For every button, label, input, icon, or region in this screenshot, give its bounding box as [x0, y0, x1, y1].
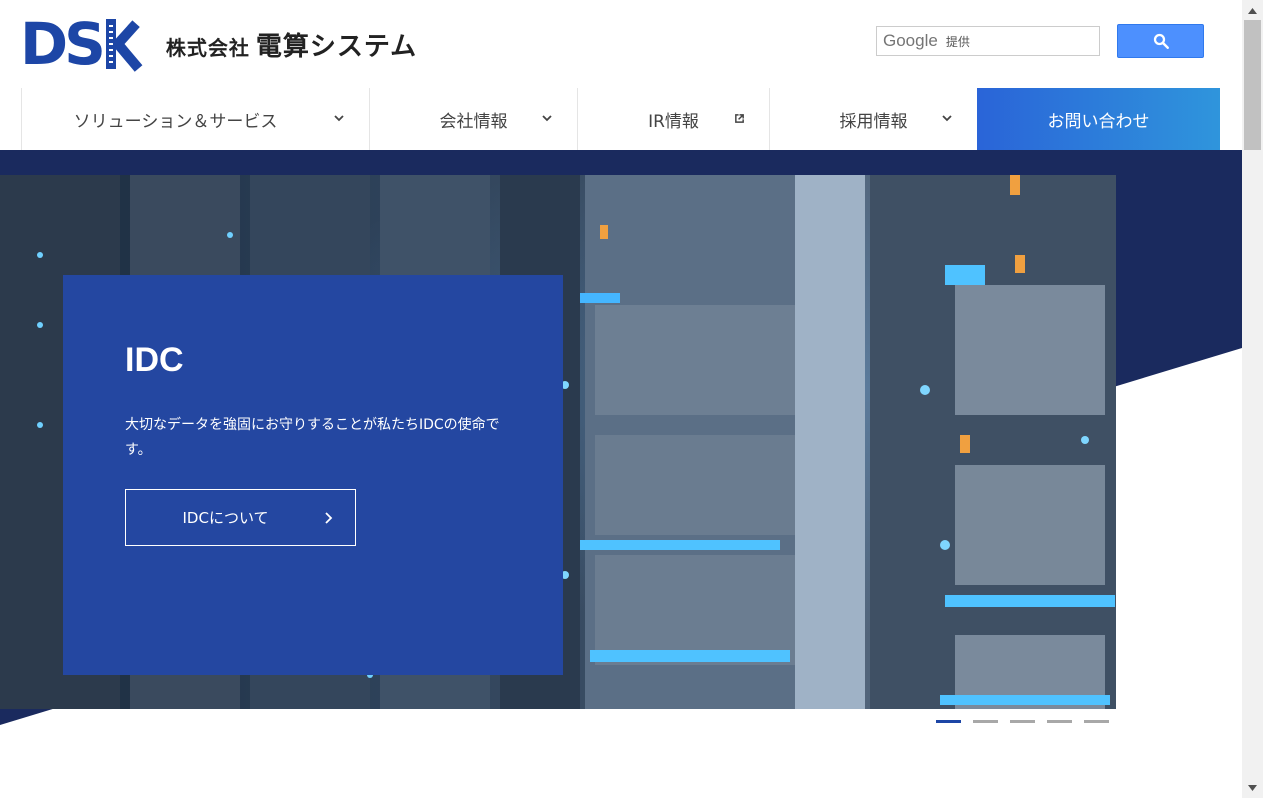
company-title: 電算システム — [255, 31, 418, 62]
idc-about-button[interactable]: IDCについて — [125, 489, 356, 546]
nav-label-company: 会社情報 — [439, 111, 508, 132]
vertical-scrollbar[interactable] — [1242, 0, 1263, 798]
search-icon — [1153, 33, 1169, 49]
hero-description: 大切なデータを強固にお守りすることが私たちIDCの使命です。 — [125, 417, 500, 458]
chevron-down-icon — [942, 115, 952, 122]
google-brand-text: Google — [883, 31, 938, 50]
dsk-logo-mark: DS — [20, 10, 150, 78]
nav-label-recruit: 採用情報 — [839, 111, 908, 132]
scrollbar-thumb[interactable] — [1244, 20, 1261, 150]
slide-indicator-2[interactable] — [973, 720, 998, 723]
nav-item-contact[interactable]: お問い合わせ — [977, 88, 1220, 150]
chevron-down-icon — [542, 115, 552, 122]
slide-indicator-3[interactable] — [1010, 720, 1035, 723]
logo-mark-text: DS — [20, 10, 106, 78]
hero-content-panel: IDC 大切なデータを強固にお守りすることが私たちIDCの使命です。 IDCにつ… — [63, 275, 563, 675]
external-link-icon — [735, 114, 744, 123]
company-prefix: 株式会社 — [165, 35, 250, 60]
search-provided-text: 提供 — [945, 34, 970, 49]
nav-item-recruit[interactable]: 採用情報 — [769, 88, 977, 150]
slide-indicator-1[interactable] — [936, 720, 961, 723]
company-logo[interactable]: DS 株式会社 電算システム — [20, 10, 417, 78]
nav-item-solutions[interactable]: ソリューション＆サービス — [21, 88, 369, 150]
nav-item-company[interactable]: 会社情報 — [369, 88, 577, 150]
nav-item-ir[interactable]: IR情報 — [577, 88, 769, 150]
main-navigation: ソリューション＆サービス 会社情報 IR情報 採用情報 お問い合わせ — [21, 88, 1220, 150]
search-button[interactable] — [1117, 24, 1204, 58]
slide-indicator-4[interactable] — [1047, 720, 1072, 723]
search-input[interactable]: Google 提供 — [876, 26, 1100, 56]
nav-label-solutions: ソリューション＆サービス — [73, 111, 278, 132]
chevron-right-icon — [325, 512, 333, 524]
slide-indicators — [936, 720, 1109, 723]
nav-label-contact: お問い合わせ — [1047, 111, 1150, 132]
slide-indicator-5[interactable] — [1084, 720, 1109, 723]
page: DS 株式会社 電算システム Google 提供 ソリューション＆サービス 会社… — [0, 0, 1242, 798]
company-name: 株式会社 電算システム — [166, 26, 417, 63]
hero-title: IDC — [125, 341, 184, 379]
nav-label-ir: IR情報 — [648, 111, 699, 132]
scroll-down-arrow-icon[interactable] — [1242, 779, 1263, 796]
logo-k-glyph — [104, 19, 150, 72]
idc-about-label: IDCについて — [182, 509, 269, 527]
chevron-down-icon — [334, 115, 344, 122]
scroll-up-arrow-icon[interactable] — [1242, 2, 1263, 19]
